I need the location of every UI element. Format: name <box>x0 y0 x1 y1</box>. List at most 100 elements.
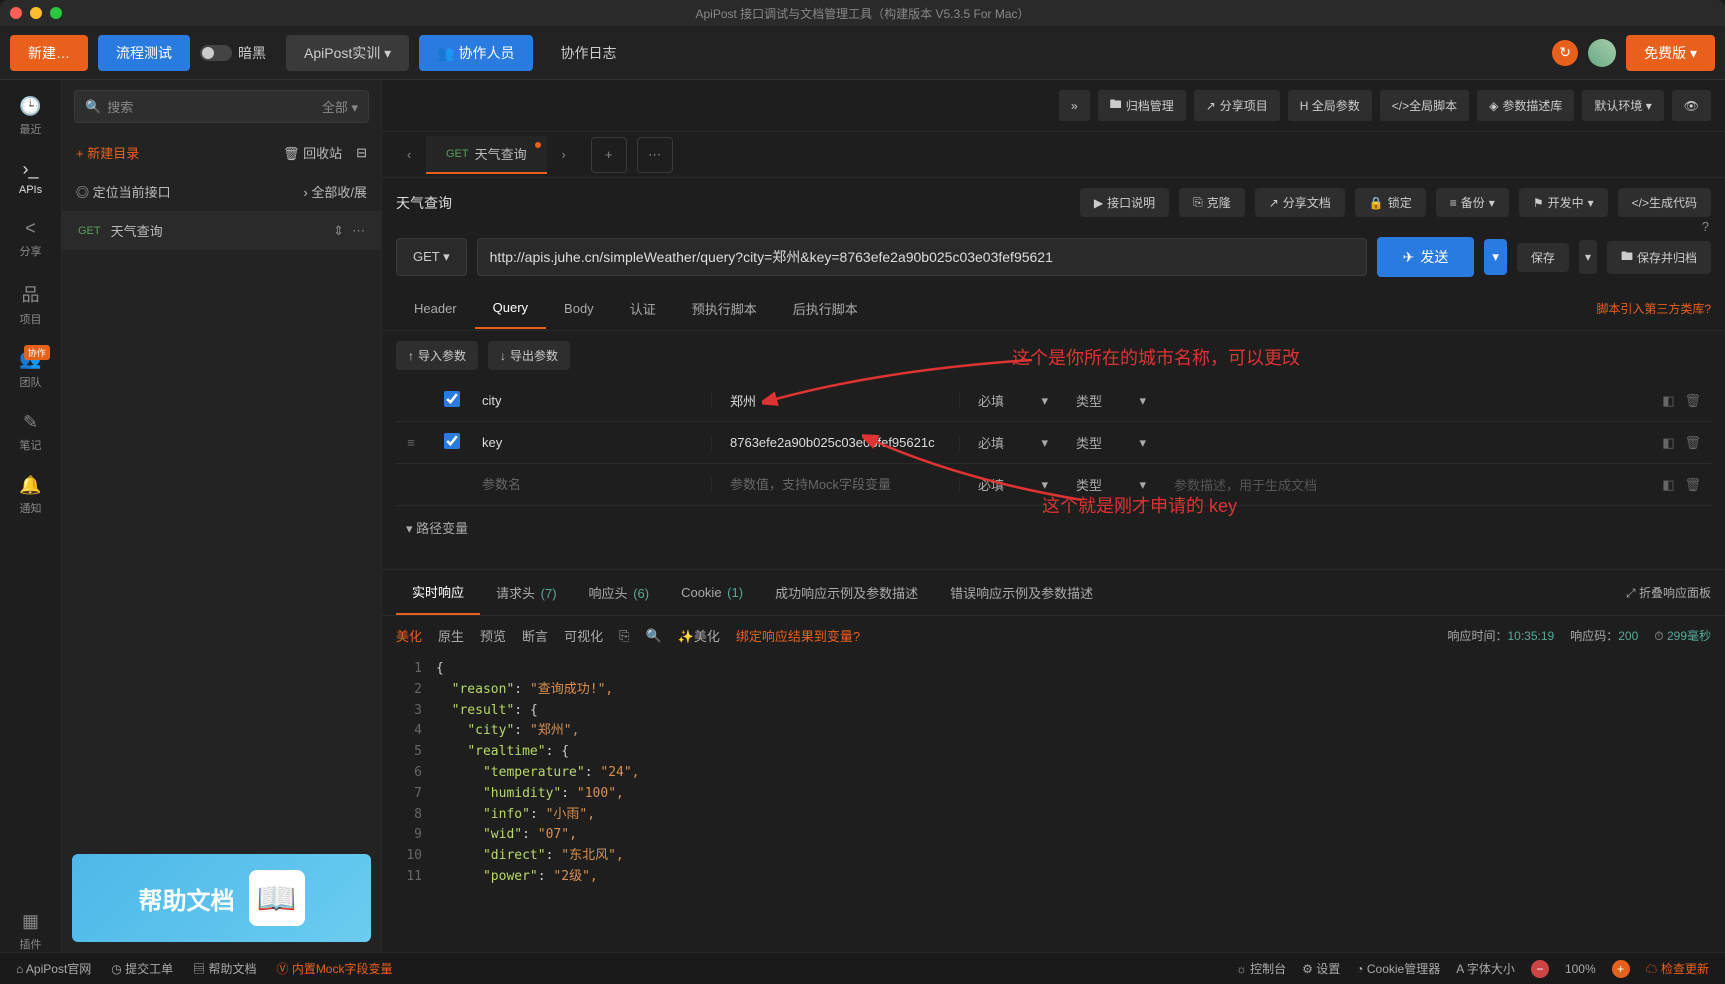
resp-tab-req-header[interactable]: 请求头 (7) <box>480 571 573 614</box>
tab-menu-button[interactable]: ⋯ <box>637 137 673 173</box>
type-select[interactable]: 类型 ▾ <box>1066 391 1156 410</box>
tab-header[interactable]: Header <box>396 289 475 328</box>
collapse-icon[interactable]: ⊟ <box>356 145 367 161</box>
delete-icon[interactable]: 🗑 <box>1684 393 1701 409</box>
nav-apis[interactable]: ›_APIs <box>19 159 42 196</box>
param-value-input[interactable] <box>730 393 949 408</box>
import-params-button[interactable]: ↑ 导入参数 <box>396 341 478 370</box>
search-resp-icon[interactable]: 🔍 <box>645 628 661 644</box>
share-project-button[interactable]: ↗ 分享项目 <box>1194 90 1280 121</box>
api-desc-button[interactable]: ▶ 接口说明 <box>1080 188 1169 217</box>
share-doc-button[interactable]: ↗ 分享文档 <box>1255 188 1345 217</box>
avatar[interactable] <box>1588 39 1616 67</box>
param-name-input[interactable] <box>482 435 701 450</box>
footer-ticket[interactable]: ◷ 提交工单 <box>111 960 173 977</box>
tab-auth[interactable]: 认证 <box>612 287 674 330</box>
export-params-button[interactable]: ↓ 导出参数 <box>488 341 570 370</box>
tab-prev-icon[interactable]: ‹ <box>392 138 426 172</box>
param-desc-placeholder[interactable]: 参数描述，用于生成文档 <box>1164 475 1643 494</box>
nav-project[interactable]: 品项目 <box>20 281 42 327</box>
param-name-input[interactable] <box>482 393 701 408</box>
tab-body[interactable]: Body <box>546 289 612 328</box>
zoom-out-icon[interactable]: − <box>1531 960 1549 978</box>
url-input[interactable] <box>477 238 1367 276</box>
rtool-visual[interactable]: 可视化 <box>564 626 603 645</box>
copy-icon[interactable]: ⎘ <box>619 628 629 644</box>
footer-font[interactable]: A 字体大小 <box>1456 960 1515 977</box>
drag-handle-icon[interactable]: ≡ <box>396 435 426 450</box>
nav-recent[interactable]: 🕒最近 <box>19 96 41 137</box>
footer-console[interactable]: ☼ 控制台 <box>1236 960 1286 977</box>
type-select[interactable]: 类型 ▾ <box>1066 433 1156 452</box>
sync-icon[interactable]: ↻ <box>1552 40 1578 66</box>
training-button[interactable]: ApiPost实训 ▾ <box>286 35 409 71</box>
maximize-window-icon[interactable] <box>50 7 62 19</box>
resp-tab-realtime[interactable]: 实时响应 <box>396 570 480 615</box>
rtool-beautify2[interactable]: ✨美化 <box>678 626 720 645</box>
status-button[interactable]: ⚑ 开发中 ▾ <box>1519 188 1608 217</box>
rtool-raw[interactable]: 原生 <box>438 626 464 645</box>
cube-icon[interactable]: ◧ <box>1662 393 1674 409</box>
method-select[interactable]: GET ▾ <box>396 238 467 276</box>
tab-pre-script[interactable]: 预执行脚本 <box>674 287 775 330</box>
bind-result-link[interactable]: 绑定响应结果到变量? <box>736 626 860 645</box>
upgrade-button[interactable]: 免费版 ▾ <box>1626 35 1715 71</box>
toggle-switch-icon[interactable] <box>200 45 232 61</box>
collab-log-button[interactable]: 协作日志 <box>543 35 635 71</box>
footer-cookie[interactable]: ◔ Cookie管理器 <box>1356 960 1440 977</box>
global-script-button[interactable]: </>全局脚本 <box>1380 90 1469 121</box>
param-lib-button[interactable]: ◈ 参数描述库 <box>1477 90 1574 121</box>
param-name-input[interactable] <box>482 477 701 492</box>
close-window-icon[interactable] <box>10 7 22 19</box>
param-value-input[interactable] <box>730 435 949 450</box>
default-env-button[interactable]: 默认环境 ▾ <box>1582 90 1663 121</box>
sort-icon[interactable]: ⇕ <box>333 223 344 239</box>
required-select[interactable]: 必填 ▾ <box>968 475 1058 494</box>
nav-team[interactable]: 协作👥团队 <box>19 349 41 390</box>
footer-mock[interactable]: Ⓥ 内置Mock字段变量 <box>276 960 392 977</box>
backup-button[interactable]: ≡ 备份 ▾ <box>1436 188 1509 217</box>
nav-plugin[interactable]: ▦插件 <box>20 911 42 952</box>
dark-mode-toggle[interactable]: 暗黑 <box>200 43 266 63</box>
footer-site[interactable]: ⌂ ApiPost官网 <box>16 960 91 977</box>
footer-settings[interactable]: ⚙ 设置 <box>1302 960 1340 977</box>
cube-icon[interactable]: ◧ <box>1662 477 1674 493</box>
collapse-response-button[interactable]: ⤢ 折叠响应面板 <box>1626 584 1711 601</box>
send-button[interactable]: ✈ 发送 <box>1377 237 1475 277</box>
clone-button[interactable]: ⎘ 克隆 <box>1179 188 1245 217</box>
new-dir-button[interactable]: + 新建目录 <box>76 143 269 162</box>
save-archive-button[interactable]: 🖿 保存并归档 <box>1607 241 1711 274</box>
send-dropdown[interactable]: ▾ <box>1484 239 1507 275</box>
file-tab-active[interactable]: GET 天气查询 <box>426 136 547 174</box>
tab-post-script[interactable]: 后执行脚本 <box>775 287 876 330</box>
gencode-button[interactable]: </>生成代码 <box>1618 188 1711 217</box>
rtool-assert[interactable]: 断言 <box>522 626 548 645</box>
resp-tab-resp-header[interactable]: 响应头 (6) <box>573 571 666 614</box>
expand-all-button[interactable]: › 全部收/展 <box>303 182 367 201</box>
flow-test-button[interactable]: 流程测试 <box>98 35 190 71</box>
save-dropdown[interactable]: ▾ <box>1579 240 1597 274</box>
minimize-window-icon[interactable] <box>30 7 42 19</box>
footer-update[interactable]: ☁ 检查更新 <box>1646 960 1709 977</box>
collab-button[interactable]: 👥 协作人员 <box>419 35 532 71</box>
script-lib-link[interactable]: 脚本引入第三方类库? <box>1596 300 1711 317</box>
tab-next-icon[interactable]: › <box>547 138 581 172</box>
recycle-button[interactable]: 🗑 回收站 <box>283 143 342 162</box>
lock-button[interactable]: 🔒 锁定 <box>1355 188 1426 217</box>
tab-query[interactable]: Query <box>475 288 546 329</box>
resp-tab-success[interactable]: 成功响应示例及参数描述 <box>759 571 934 614</box>
required-select[interactable]: 必填 ▾ <box>968 391 1058 410</box>
locate-api-button[interactable]: ◎ 定位当前接口 <box>76 182 289 201</box>
path-variables-section[interactable]: ▾ 路径变量 <box>382 506 1725 549</box>
zoom-in-icon[interactable]: + <box>1612 960 1630 978</box>
cube-icon[interactable]: ◧ <box>1662 435 1674 451</box>
search-input[interactable]: 🔍 搜索 全部 ▾ <box>74 90 369 123</box>
rtool-preview[interactable]: 预览 <box>480 626 506 645</box>
new-button[interactable]: 新建… <box>10 35 88 71</box>
nav-notify[interactable]: 🔔通知 <box>19 475 41 516</box>
param-checkbox[interactable] <box>444 433 460 449</box>
footer-help[interactable]: ▤ 帮助文档 <box>193 960 256 977</box>
more-icon[interactable]: ⋯ <box>352 223 365 239</box>
delete-icon[interactable]: 🗑 <box>1684 435 1701 451</box>
nav-share[interactable]: <分享 <box>20 218 42 259</box>
